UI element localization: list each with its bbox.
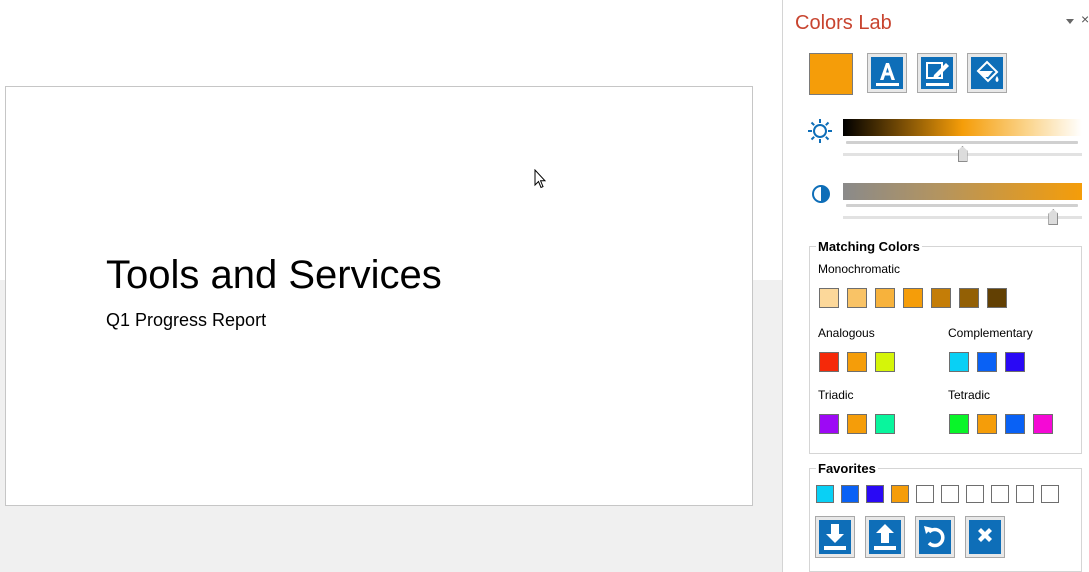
favorite-swatch[interactable] (891, 485, 909, 503)
favorite-swatch[interactable] (1041, 485, 1059, 503)
analogous-swatch[interactable] (847, 352, 867, 372)
monochromatic-swatch[interactable] (903, 288, 923, 308)
favorites-title: Favorites (816, 461, 878, 476)
monochromatic-swatch[interactable] (847, 288, 867, 308)
monochromatic-swatch[interactable] (875, 288, 895, 308)
pane-close-icon[interactable]: × (1081, 11, 1089, 27)
slide-canvas[interactable]: Tools and Services Q1 Progress Report (5, 86, 753, 506)
saturation-track (846, 204, 1078, 207)
colors-lab-pane: Colors Lab × Matching Colors Monochromat… (782, 0, 1089, 572)
clear-favorites-icon (969, 520, 1001, 554)
favorite-swatch[interactable] (991, 485, 1009, 503)
line-color-icon (921, 57, 953, 89)
triadic-swatch[interactable] (847, 414, 867, 434)
pane-menu-chevron-icon[interactable] (1065, 16, 1075, 26)
complementary-swatch[interactable] (977, 352, 997, 372)
matching-colors-title: Matching Colors (816, 239, 922, 254)
import-favorites-icon (819, 520, 851, 554)
complementary-swatch[interactable] (949, 352, 969, 372)
brightness-track (846, 141, 1078, 144)
favorite-swatch[interactable] (1016, 485, 1034, 503)
clear-favorites-button[interactable] (965, 516, 1005, 558)
export-favorites-icon (869, 520, 901, 554)
saturation-slider-track[interactable] (843, 216, 1082, 219)
complementary-label: Complementary (948, 326, 1033, 340)
import-favorites-button[interactable] (815, 516, 855, 558)
saturation-slider-thumb[interactable] (1048, 209, 1059, 225)
tetradic-swatch[interactable] (977, 414, 997, 434)
fill-color-icon (971, 57, 1003, 89)
tetradic-swatch[interactable] (949, 414, 969, 434)
reset-favorites-icon (919, 520, 951, 554)
contrast-icon (811, 184, 831, 204)
mouse-pointer-icon (534, 169, 546, 189)
sun-icon (807, 118, 833, 144)
analogous-swatch[interactable] (875, 352, 895, 372)
monochromatic-swatch[interactable] (987, 288, 1007, 308)
fill-color-button[interactable] (967, 53, 1007, 93)
triadic-swatch[interactable] (875, 414, 895, 434)
slide-title[interactable]: Tools and Services (106, 253, 442, 298)
favorite-swatch[interactable] (866, 485, 884, 503)
monochromatic-swatch[interactable] (819, 288, 839, 308)
favorite-swatch[interactable] (916, 485, 934, 503)
brightness-slider-thumb[interactable] (957, 146, 968, 162)
tetradic-swatch[interactable] (1033, 414, 1053, 434)
favorite-swatch[interactable] (816, 485, 834, 503)
monochromatic-swatch[interactable] (931, 288, 951, 308)
reset-favorites-button[interactable] (915, 516, 955, 558)
tetradic-swatch[interactable] (1005, 414, 1025, 434)
brightness-gradient (843, 119, 1082, 136)
slide-subtitle[interactable]: Q1 Progress Report (106, 310, 266, 331)
analogous-swatch[interactable] (819, 352, 839, 372)
current-color-swatch[interactable] (809, 53, 853, 95)
font-color-icon (871, 57, 903, 89)
complementary-swatch[interactable] (1005, 352, 1025, 372)
analogous-label: Analogous (818, 326, 875, 340)
favorite-swatch[interactable] (841, 485, 859, 503)
triadic-label: Triadic (818, 388, 854, 402)
monochromatic-label: Monochromatic (818, 262, 901, 276)
tetradic-label: Tetradic (948, 388, 991, 402)
saturation-gradient (843, 183, 1082, 200)
export-favorites-button[interactable] (865, 516, 905, 558)
line-color-button[interactable] (917, 53, 957, 93)
triadic-swatch[interactable] (819, 414, 839, 434)
pane-title: Colors Lab (795, 12, 892, 34)
favorite-swatch[interactable] (966, 485, 984, 503)
font-color-button[interactable] (867, 53, 907, 93)
favorite-swatch[interactable] (941, 485, 959, 503)
monochromatic-swatch[interactable] (959, 288, 979, 308)
